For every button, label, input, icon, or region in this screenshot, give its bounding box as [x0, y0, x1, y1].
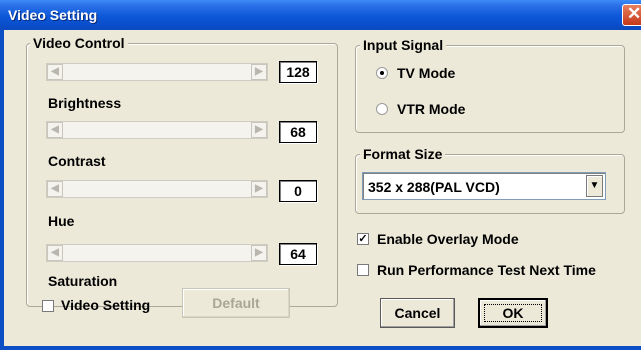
- brightness-value: 128: [279, 61, 317, 83]
- video-control-legend: Video Control: [30, 35, 128, 51]
- format-size-legend: Format Size: [360, 146, 446, 162]
- brightness-label: Brightness: [48, 95, 122, 111]
- window-title: Video Setting: [8, 7, 98, 23]
- contrast-slider[interactable]: ◀ ▶: [46, 121, 268, 139]
- input-signal-group: [355, 45, 625, 133]
- window-border-left: [0, 30, 4, 350]
- default-button-label: Default: [212, 295, 260, 311]
- slider-right-arrow-icon[interactable]: ▶: [251, 122, 267, 138]
- cancel-button[interactable]: Cancel: [380, 298, 455, 328]
- saturation-slider[interactable]: ◀ ▶: [46, 244, 268, 262]
- enable-overlay-label[interactable]: Enable Overlay Mode: [377, 231, 519, 247]
- slider-left-arrow-icon[interactable]: ◀: [47, 245, 63, 261]
- video-setting-label[interactable]: Video Setting: [61, 297, 150, 313]
- close-button[interactable]: ✕: [622, 4, 641, 26]
- run-performance-checkbox[interactable]: [357, 264, 369, 276]
- slider-right-arrow-icon[interactable]: ▶: [251, 181, 267, 197]
- format-size-value: 352 x 288(PAL VCD): [368, 179, 500, 195]
- saturation-label: Saturation: [48, 273, 118, 289]
- slider-left-arrow-icon[interactable]: ◀: [47, 122, 63, 138]
- hue-value: 0: [279, 180, 317, 202]
- vtr-mode-label[interactable]: VTR Mode: [397, 101, 465, 117]
- enable-overlay-checkbox[interactable]: ✓: [357, 233, 369, 245]
- title-bar[interactable]: Video Setting ✕: [0, 0, 641, 30]
- slider-left-arrow-icon[interactable]: ◀: [47, 64, 63, 80]
- run-performance-label[interactable]: Run Performance Test Next Time: [377, 262, 596, 278]
- slider-right-arrow-icon[interactable]: ▶: [251, 64, 267, 80]
- hue-slider[interactable]: ◀ ▶: [46, 180, 268, 198]
- chevron-down-icon[interactable]: ▼: [586, 175, 603, 197]
- slider-left-arrow-icon[interactable]: ◀: [47, 181, 63, 197]
- default-button[interactable]: Default: [182, 288, 290, 318]
- cancel-button-label: Cancel: [394, 305, 441, 321]
- tv-mode-radio[interactable]: [376, 67, 388, 79]
- contrast-label: Contrast: [48, 153, 106, 169]
- tv-mode-label[interactable]: TV Mode: [397, 65, 455, 81]
- format-size-select[interactable]: 352 x 288(PAL VCD) ▼: [362, 172, 606, 200]
- brightness-slider[interactable]: ◀ ▶: [46, 63, 268, 81]
- window-border-bottom: [0, 346, 641, 350]
- focus-rectangle: [484, 304, 542, 322]
- contrast-value: 68: [279, 121, 317, 143]
- video-setting-checkbox[interactable]: [42, 300, 54, 312]
- input-signal-legend: Input Signal: [360, 37, 447, 53]
- saturation-value: 64: [279, 243, 317, 265]
- slider-right-arrow-icon[interactable]: ▶: [251, 245, 267, 261]
- ok-button[interactable]: OK: [478, 298, 548, 328]
- hue-label: Hue: [48, 213, 75, 229]
- close-icon: ✕: [627, 4, 641, 23]
- vtr-mode-radio[interactable]: [376, 103, 388, 115]
